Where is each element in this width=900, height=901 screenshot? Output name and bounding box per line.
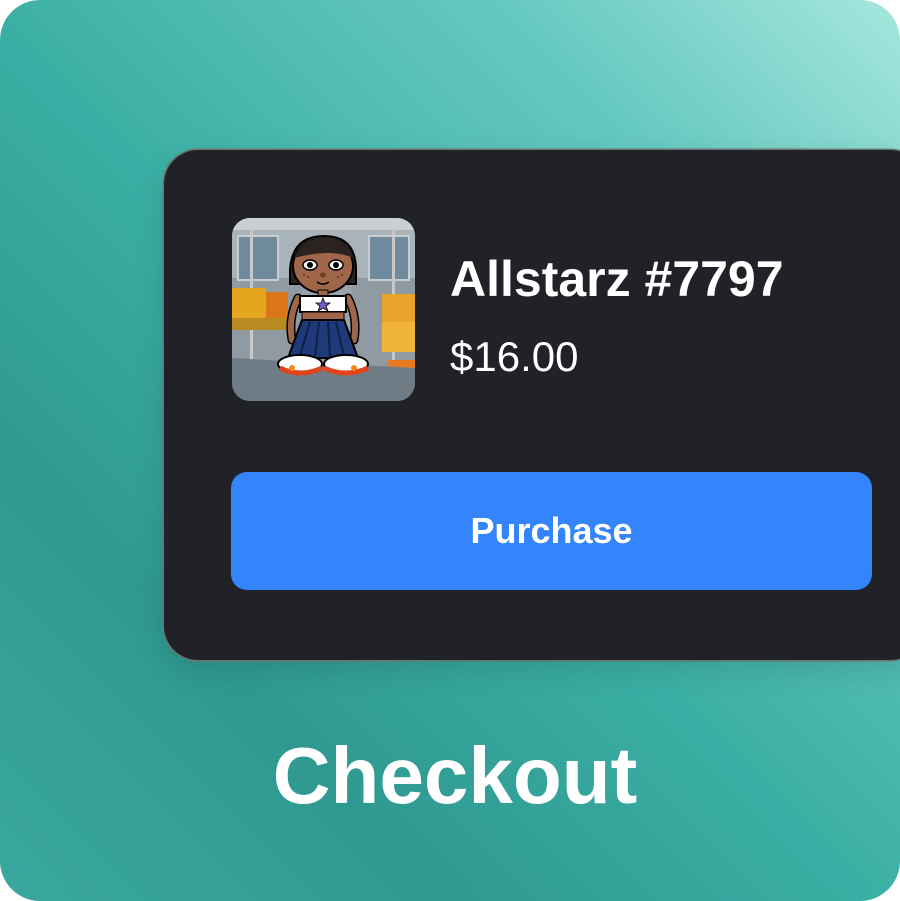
screen-caption: Checkout: [272, 731, 638, 820]
item-name: Allstarz #7797: [450, 251, 784, 307]
nft-thumbnail: [232, 218, 415, 401]
checkout-tile: Allstarz #7797 $16.00 Purchase Checkout: [0, 0, 900, 901]
checkout-card: Allstarz #7797 $16.00 Purchase: [164, 150, 900, 660]
item-price: $16.00: [450, 333, 579, 380]
purchase-button[interactable]: Purchase: [231, 472, 872, 590]
nft-avatar-image: [232, 218, 415, 401]
